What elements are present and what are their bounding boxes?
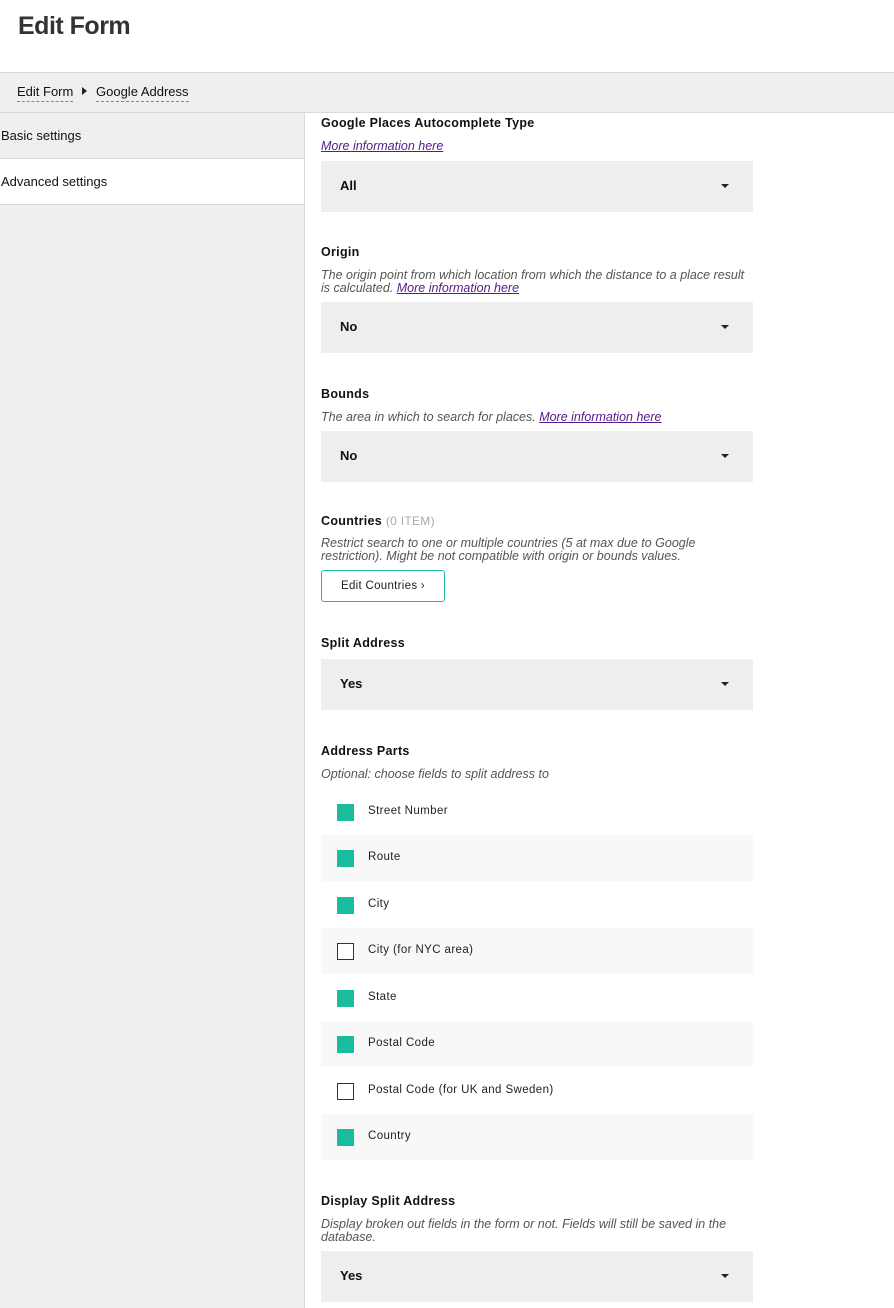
chevron-down-icon (721, 184, 729, 188)
address-parts-desc: Optional: choose fields to split address… (321, 767, 549, 781)
address-part-city[interactable]: City (321, 882, 753, 928)
autocomplete-type-value: All (340, 178, 357, 193)
checkbox[interactable] (337, 1129, 354, 1146)
sidebar-item-advanced-settings[interactable]: Advanced settings (0, 159, 304, 205)
address-part-route[interactable]: Route (321, 835, 753, 881)
breadcrumb-google-address[interactable]: Google Address (96, 84, 189, 102)
checkbox[interactable] (337, 850, 354, 867)
countries-count: (0 ITEM) (385, 514, 435, 528)
origin-select[interactable]: No (321, 302, 753, 353)
address-part-country[interactable]: Country (321, 1114, 753, 1160)
address-part-postal-code-uk-sweden[interactable]: Postal Code (for UK and Sweden) (321, 1068, 753, 1114)
checkbox[interactable] (337, 1083, 354, 1100)
address-part-postal-code[interactable]: Postal Code (321, 1021, 753, 1067)
address-part-city-nyc[interactable]: City (for NYC area) (321, 928, 753, 974)
autocomplete-type-select[interactable]: All (321, 161, 753, 212)
page-title: Edit Form (18, 12, 131, 40)
sidebar-item-basic-settings[interactable]: Basic settings (0, 113, 304, 159)
countries-desc: Restrict search to one or multiple count… (321, 536, 696, 563)
autocomplete-type-info-link[interactable]: More information here (321, 139, 443, 153)
checkbox[interactable] (337, 990, 354, 1007)
chevron-down-icon (721, 325, 729, 329)
breadcrumb-edit-form[interactable]: Edit Form (17, 84, 74, 102)
checkbox[interactable] (337, 943, 354, 960)
page-header: Edit Form (0, 0, 894, 73)
display-split-address-desc: Display broken out fields in the form or… (321, 1217, 727, 1244)
address-part-street-number[interactable]: Street Number (321, 789, 753, 835)
autocomplete-type-label: Google Places Autocomplete Type (321, 116, 535, 130)
origin-value: No (340, 319, 358, 334)
countries-label: Countries (0 ITEM) (321, 514, 435, 528)
origin-desc: The origin point from which location fro… (321, 268, 745, 295)
bounds-info-link[interactable]: More information here (539, 410, 661, 424)
bounds-select[interactable]: No (321, 431, 753, 482)
split-address-value: Yes (340, 676, 363, 691)
bounds-desc: The area in which to search for places. … (321, 410, 662, 424)
origin-info-link[interactable]: More information here (397, 281, 519, 295)
sidebar: Basic settings Advanced settings (0, 113, 305, 1308)
display-split-address-select[interactable]: Yes (321, 1251, 753, 1302)
display-split-address-value: Yes (340, 1268, 363, 1283)
chevron-down-icon (721, 454, 729, 458)
address-part-state[interactable]: State (321, 975, 753, 1021)
split-address-label: Split Address (321, 636, 406, 650)
bounds-value: No (340, 448, 358, 463)
chevron-down-icon (721, 682, 729, 686)
checkbox[interactable] (337, 897, 354, 914)
origin-label: Origin (321, 245, 360, 259)
chevron-down-icon (721, 1274, 729, 1278)
breadcrumb: Edit Form Google Address (0, 73, 894, 113)
breadcrumb-arrow-icon (82, 87, 87, 95)
bounds-label: Bounds (321, 387, 370, 401)
address-parts-label: Address Parts (321, 744, 410, 758)
split-address-select[interactable]: Yes (321, 659, 753, 710)
checkbox[interactable] (337, 1036, 354, 1053)
autocomplete-type-desc: More information here (321, 140, 753, 153)
checkbox[interactable] (337, 804, 354, 821)
edit-countries-button[interactable]: Edit Countries › (321, 570, 445, 602)
display-split-address-label: Display Split Address (321, 1194, 456, 1208)
